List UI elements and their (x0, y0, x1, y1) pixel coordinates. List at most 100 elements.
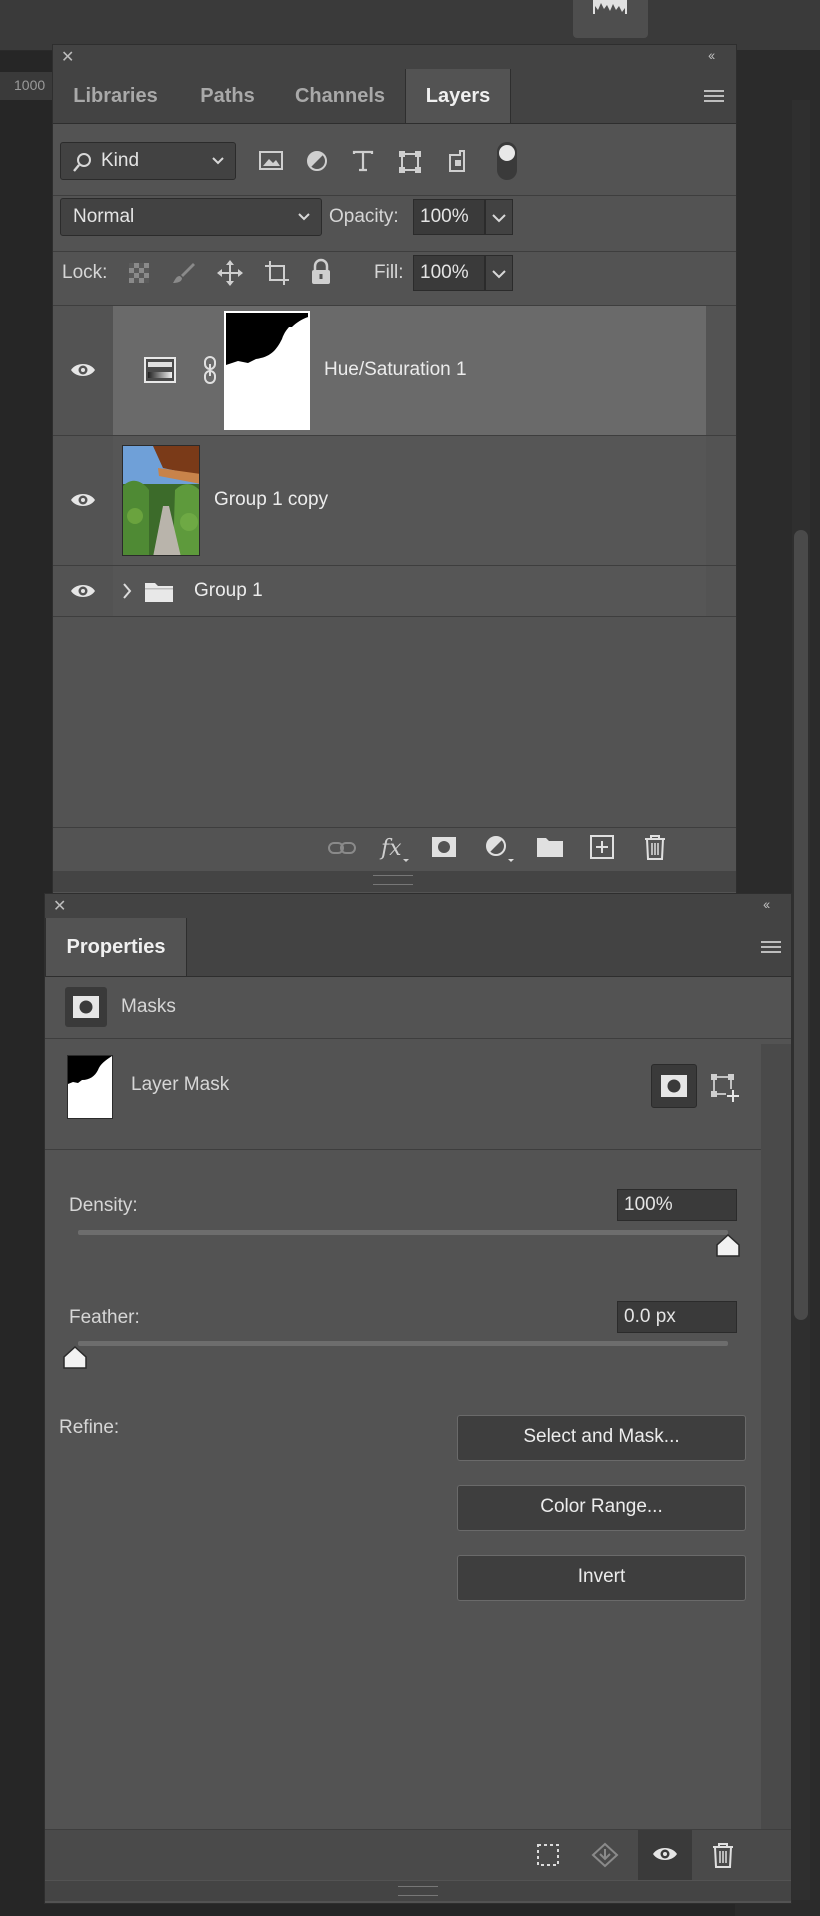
link-chain-icon[interactable] (203, 355, 217, 385)
properties-tab-bar: Properties (45, 918, 791, 977)
feather-label: Feather: (69, 1307, 140, 1328)
lock-position-move-icon[interactable] (216, 259, 244, 287)
resize-grip[interactable] (45, 1881, 791, 1901)
lock-label: Lock: (62, 262, 108, 283)
ruler-label: 1000 (14, 77, 46, 93)
layer-mask-label: Layer Mask (131, 1074, 230, 1095)
layer-row-group-1[interactable]: Group 1 (53, 566, 736, 617)
shape-filter-icon[interactable] (397, 149, 423, 175)
properties-panel-header: ✕ ‹‹ (45, 894, 791, 918)
invert-button[interactable]: Invert (457, 1555, 746, 1601)
tab-paths[interactable]: Paths (180, 69, 275, 123)
masks-section-header: Masks (45, 976, 791, 1039)
eye-icon (71, 364, 95, 376)
ruler-left: 1000 (0, 72, 52, 100)
eye-icon (71, 494, 95, 506)
pixel-mask-icon (661, 1075, 687, 1097)
load-selection-from-mask-icon[interactable] (536, 1843, 560, 1867)
opacity-stepper[interactable] (485, 199, 513, 235)
opacity-input[interactable]: 100% (413, 199, 485, 235)
fill-stepper[interactable] (485, 255, 513, 291)
lock-all-icon[interactable] (309, 258, 333, 286)
close-icon[interactable]: ✕ (61, 47, 74, 67)
panel-menu-icon[interactable] (761, 938, 781, 956)
layer-row-group-1-copy[interactable]: Group 1 copy (53, 436, 736, 566)
lock-artboard-icon[interactable] (263, 259, 291, 287)
visibility-toggle[interactable] (53, 306, 114, 435)
grip-lines (398, 1886, 438, 1896)
chevron-right-icon[interactable] (121, 581, 133, 601)
new-group-folder-icon[interactable] (536, 835, 564, 859)
scrollbar-thumb[interactable] (794, 530, 808, 1320)
visibility-toggle[interactable] (53, 436, 114, 565)
lock-image-pixels-brush-icon[interactable] (171, 260, 197, 286)
hue-saturation-adjustment-icon[interactable] (144, 357, 176, 383)
tab-libraries[interactable]: Libraries (53, 69, 178, 123)
tab-properties[interactable]: Properties (45, 918, 187, 976)
smart-object-filter-icon[interactable] (445, 149, 469, 173)
density-slider-track[interactable] (78, 1230, 728, 1235)
photo-thumbnail-image (123, 446, 199, 555)
divider (53, 251, 736, 252)
density-input[interactable]: 100% (617, 1189, 737, 1221)
chevron-down-icon (298, 213, 310, 221)
density-label: Density: (69, 1195, 138, 1216)
mask-shape-icon (226, 313, 308, 428)
panel-menu-icon[interactable] (704, 87, 724, 105)
eye-icon (71, 585, 95, 597)
lock-transparent-pixels-icon[interactable] (127, 261, 151, 285)
layer-name: Group 1 (194, 580, 263, 601)
delete-layer-trash-icon[interactable] (643, 833, 667, 861)
new-adjustment-layer-icon[interactable] (484, 834, 514, 864)
properties-scrollbar[interactable] (761, 1044, 791, 1829)
color-range-button[interactable]: Color Range... (457, 1485, 746, 1531)
histogram-button[interactable] (573, 0, 648, 38)
layers-panel: ✕ ‹‹ Libraries Paths Channels Layers Kin… (52, 44, 737, 894)
toggle-mask-button[interactable] (638, 1830, 692, 1880)
visibility-toggle[interactable] (53, 566, 114, 616)
toggle-knob (499, 145, 515, 161)
layers-panel-header: ✕ ‹‹ (53, 45, 736, 69)
layer-row-hue-saturation[interactable]: Hue/Saturation 1 (53, 306, 736, 436)
blend-mode-value: Normal (73, 206, 135, 227)
feather-slider-track[interactable] (78, 1341, 728, 1346)
add-mask-icon[interactable] (431, 835, 457, 859)
chevron-down-icon (492, 270, 506, 279)
fill-input[interactable]: 100% (413, 255, 485, 291)
close-icon[interactable]: ✕ (53, 896, 66, 916)
new-layer-icon[interactable] (589, 834, 615, 860)
feather-input[interactable]: 0.0 px (617, 1301, 737, 1333)
feather-slider-thumb[interactable] (62, 1346, 88, 1370)
density-slider-thumb[interactable] (715, 1234, 741, 1258)
row-background (113, 436, 706, 565)
layer-mask-thumbnail[interactable] (224, 311, 310, 430)
layers-tab-bar: Libraries Paths Channels Layers (53, 69, 736, 124)
collapse-icon[interactable]: ‹‹ (763, 896, 770, 912)
layers-list: Hue/Saturation 1 Group 1 copy Group 1 (53, 306, 736, 876)
select-pixel-mask-button[interactable] (651, 1064, 697, 1108)
adjustment-filter-icon[interactable] (305, 149, 329, 173)
folder-icon (145, 583, 173, 602)
tab-channels[interactable]: Channels (277, 69, 403, 123)
collapse-icon[interactable]: ‹‹ (708, 47, 715, 63)
add-vector-mask-icon[interactable] (709, 1072, 741, 1104)
link-layers-icon[interactable] (327, 838, 357, 858)
mask-shape-icon (68, 1056, 112, 1084)
select-and-mask-button[interactable]: Select and Mask... (457, 1415, 746, 1461)
filter-toggle[interactable] (497, 142, 517, 180)
properties-bottom-toolbar (45, 1830, 791, 1880)
blend-mode-dropdown[interactable]: Normal (60, 198, 322, 236)
delete-mask-trash-icon[interactable] (711, 1841, 735, 1869)
layer-name: Group 1 copy (214, 489, 329, 510)
pixel-layer-filter-icon[interactable] (258, 149, 284, 173)
type-filter-icon[interactable] (351, 149, 375, 173)
filter-kind-dropdown[interactable]: Kind (60, 142, 236, 180)
fill-label: Fill: (374, 262, 404, 283)
divider (53, 195, 736, 196)
layer-thumbnail[interactable] (122, 445, 200, 556)
search-icon (73, 153, 91, 172)
resize-grip[interactable] (53, 871, 736, 892)
tab-layers[interactable]: Layers (405, 69, 511, 123)
fx-layer-style-icon[interactable]: fx (379, 834, 409, 864)
apply-mask-icon[interactable] (591, 1842, 619, 1868)
